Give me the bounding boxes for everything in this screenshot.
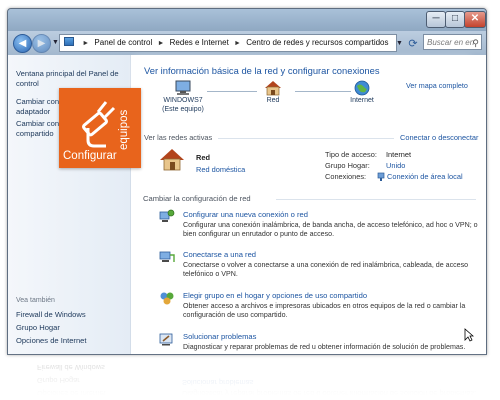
map-node-internet[interactable]: Internet xyxy=(337,80,387,105)
sidebar-item-firewall[interactable]: Firewall de Windows xyxy=(16,310,86,320)
breadcrumb-network-center[interactable]: Centro de redes y recursos compartidos xyxy=(246,38,388,47)
configurar-equipos-logo: Configurar equipos xyxy=(59,88,141,168)
arrow-left-icon: ◀ xyxy=(18,38,27,49)
search-input[interactable]: Buscar en en ⚲ xyxy=(423,34,482,50)
connect-network-icon xyxy=(159,251,175,262)
breadcrumb-separator: ► xyxy=(157,40,165,47)
map-node-this-computer[interactable]: WINDOWS7 (Este equipo) xyxy=(153,80,213,114)
connections-key: Conexiones: xyxy=(325,172,367,181)
house-icon xyxy=(160,149,184,171)
node-label: WINDOWS7 xyxy=(163,97,203,104)
local-connection-link[interactable]: Conexión de área local xyxy=(387,172,463,182)
breadcrumb-network-internet[interactable]: Redes e Internet xyxy=(170,38,229,47)
breadcrumb-separator: ► xyxy=(82,40,90,47)
node-label: Internet xyxy=(350,97,374,104)
navigation-bar: ◀ ▶ ▼ ► Panel de control ► Redes e Inter… xyxy=(8,31,486,55)
task-description: Conectarse o volver a conectarse a una c… xyxy=(183,261,469,269)
network-type-link[interactable]: Red doméstica xyxy=(196,165,245,175)
network-name: Red xyxy=(196,153,210,162)
task-description: Obtener acceso a archivos e impresoras u… xyxy=(183,302,466,310)
task-description: bien configurar un enrutador o punto de … xyxy=(183,230,335,238)
task-description: Diagnosticar y reparar problemas de red … xyxy=(183,343,466,351)
task-description: telefónico o VPN. xyxy=(183,270,238,278)
breadcrumb-control-panel[interactable]: Panel de control xyxy=(94,38,152,47)
sidebar-item-control-panel-home[interactable]: Ventana principal del Panel de control xyxy=(16,69,128,89)
breadcrumb-separator: ► xyxy=(234,40,241,47)
new-connection-icon xyxy=(159,209,175,222)
page-title: Ver información básica de la red y confi… xyxy=(144,65,380,76)
back-button[interactable]: ◀ xyxy=(13,34,32,53)
address-bar[interactable]: ► Panel de control ► Redes e Internet ► … xyxy=(59,34,397,52)
homegroup-link[interactable]: Unido xyxy=(386,161,405,171)
logo-main-text: Configurar xyxy=(63,150,117,162)
section-divider xyxy=(276,199,476,200)
section-divider xyxy=(218,138,394,139)
task-homegroup-link[interactable]: Elegir grupo en el hogar y opciones de u… xyxy=(183,291,367,300)
history-dropdown[interactable]: ▼ xyxy=(52,39,59,46)
network-link-line xyxy=(207,91,257,92)
address-dropdown[interactable]: ▼ xyxy=(396,40,403,47)
full-map-link[interactable]: Ver mapa completo xyxy=(406,81,468,90)
close-button[interactable]: ✕ xyxy=(464,11,486,28)
arrow-right-icon: ▶ xyxy=(37,38,46,49)
see-also-heading: Vea también xyxy=(16,297,55,304)
task-description: configuración de uso compartido. xyxy=(183,311,288,319)
access-type-key: Tipo de acceso: xyxy=(325,150,377,159)
reflection-fade xyxy=(0,353,500,400)
map-node-network[interactable]: Red xyxy=(251,80,295,105)
connect-disconnect-link[interactable]: Conectar o desconectar xyxy=(400,133,478,143)
refresh-button[interactable]: ⟳ xyxy=(406,37,420,51)
homegroup-icon xyxy=(160,292,174,305)
sidebar-item-internet-options[interactable]: Opciones de Internet xyxy=(16,336,87,346)
ethernet-icon xyxy=(377,172,385,181)
maximize-button[interactable]: □ xyxy=(445,11,465,28)
search-placeholder: Buscar en en xyxy=(427,38,475,47)
computer-icon xyxy=(175,80,191,95)
mouse-cursor-icon xyxy=(464,328,474,342)
node-label: Red xyxy=(266,97,280,104)
task-new-connection-link[interactable]: Configurar una nueva conexión o red xyxy=(183,210,308,219)
node-sublabel: (Este equipo) xyxy=(162,106,204,113)
network-map-panel: Ver información básica de la red y confi… xyxy=(135,59,471,123)
minimize-button[interactable]: ─ xyxy=(426,11,446,28)
power-plug-icon xyxy=(82,101,116,148)
forward-button[interactable]: ▶ xyxy=(32,34,51,53)
search-icon[interactable]: ⚲ xyxy=(472,35,479,51)
task-connect-network-link[interactable]: Conectarse a una red xyxy=(183,250,256,259)
title-bar: ─ □ ✕ xyxy=(8,9,486,31)
house-icon xyxy=(265,81,281,96)
task-troubleshoot-link[interactable]: Solucionar problemas xyxy=(183,332,256,341)
access-type-value: Internet xyxy=(386,150,412,159)
homegroup-key: Grupo Hogar: xyxy=(325,161,370,170)
task-description: Configurar una conexión inalámbrica, de … xyxy=(183,221,478,229)
troubleshoot-icon xyxy=(159,333,173,346)
globe-icon xyxy=(354,80,370,96)
active-networks-label: Ver las redes activas xyxy=(144,133,213,142)
refresh-icon: ⟳ xyxy=(408,38,418,50)
screenshot-stage: ─ □ ✕ ◀ ▶ ▼ ► Panel de control ► Redes e… xyxy=(0,0,500,400)
control-panel-icon xyxy=(64,37,74,46)
sidebar-item-homegroup[interactable]: Grupo Hogar xyxy=(16,323,60,333)
logo-vertical-text: equipos xyxy=(118,109,130,150)
change-settings-heading: Cambiar la configuración de red xyxy=(143,194,251,203)
